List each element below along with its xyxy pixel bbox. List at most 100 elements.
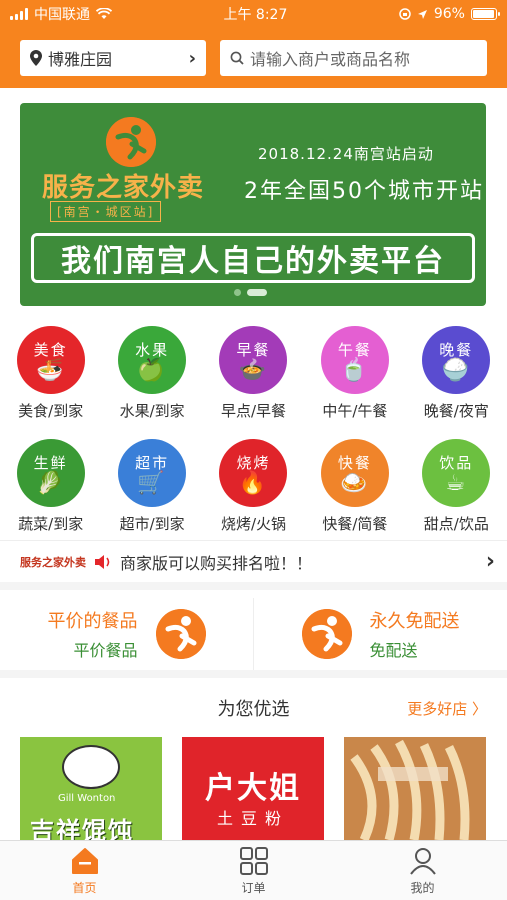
- tab-profile[interactable]: 我的: [338, 841, 507, 900]
- section-header: 为您优选 更多好店 〉: [0, 688, 507, 728]
- banner-headline: 2年全国50个城市开站: [244, 179, 484, 204]
- category-badge: 快餐: [337, 453, 372, 472]
- wifi-icon: [96, 8, 112, 19]
- category-label: 晚餐/夜宵: [423, 402, 489, 420]
- category-badge: 水果: [135, 340, 170, 359]
- noodle-photo-icon: [344, 737, 486, 840]
- category-badge: 饮品: [439, 453, 474, 472]
- status-bar: 中国联通 上午 8:27 96%: [0, 0, 507, 28]
- carousel-dot[interactable]: [234, 289, 241, 296]
- drink-cup-icon: 饮品 ☕: [422, 439, 491, 507]
- location-selector[interactable]: 博雅庄园 ›: [20, 40, 206, 76]
- category-glyph: 🍏: [137, 357, 167, 383]
- category-label: 烧烤/火锅: [220, 515, 287, 533]
- chevron-right-icon: ›: [188, 47, 196, 69]
- category-badge: 烧烤: [236, 453, 271, 472]
- category-glyph: ☕: [445, 470, 468, 496]
- tab-bar: 首页 订单 我的: [0, 840, 507, 900]
- promo-sub: 免配送: [369, 641, 418, 660]
- carousel-dot-active[interactable]: [247, 289, 267, 296]
- home-icon: [71, 847, 98, 874]
- tab-home[interactable]: 首页: [0, 841, 169, 900]
- category-item[interactable]: 饮品 ☕ 甜点/饮品: [406, 439, 507, 534]
- more-shops-link[interactable]: 更多好店 〉: [407, 698, 487, 719]
- category-grid: 美食 🍜 美食/到家 水果 🍏 水果/到家 早餐 🍲 早点/早餐 午餐 🍵 中午/午餐 晚餐 🍚 晚餐/夜宵…: [0, 326, 507, 534]
- category-glyph: 🍵: [340, 357, 370, 383]
- category-item[interactable]: 早餐 🍲 早点/早餐: [203, 326, 304, 421]
- category-badge: 美食: [33, 340, 68, 359]
- promo-affordable[interactable]: 平价的餐品 平价餐品: [0, 598, 253, 670]
- promo-title: 平价的餐品: [47, 611, 138, 632]
- grill-icon: 烧烤 🔥: [219, 439, 288, 507]
- category-item[interactable]: 生鲜 🥬 蔬菜/到家: [0, 439, 101, 534]
- category-badge: 晚餐: [439, 340, 474, 359]
- user-icon: [409, 847, 436, 875]
- shop-tag: Gill Wonton: [58, 793, 116, 804]
- category-label: 美食/到家: [18, 402, 84, 420]
- signal-icon: [10, 8, 28, 20]
- category-label: 蔬菜/到家: [18, 515, 84, 533]
- promo-banner[interactable]: 服务之家外卖 [南宫・城区站] 2018.12.24南宫站启动 2年全国50个城…: [20, 103, 486, 306]
- shop-name: 户大姐: [205, 771, 301, 806]
- notice-logo: 服务之家外卖: [20, 555, 86, 569]
- category-badge: 超市: [135, 453, 170, 472]
- category-glyph: 🍲: [238, 357, 269, 383]
- category-item[interactable]: 美食 🍜 美食/到家: [0, 326, 101, 421]
- notice-text: 商家版可以购买排名啦！！: [120, 553, 313, 573]
- category-glyph: 🛒: [137, 470, 167, 496]
- category-item[interactable]: 快餐 🍛 快餐/简餐: [304, 439, 405, 534]
- vegetable-icon: 生鲜 🥬: [16, 439, 85, 507]
- search-input[interactable]: 请输入商户或商品名称: [220, 40, 487, 76]
- tab-label: 订单: [241, 880, 266, 895]
- category-item[interactable]: 水果 🍏 水果/到家: [101, 326, 202, 421]
- battery-percent: 96%: [433, 6, 465, 22]
- cart-icon: 超市 🛒: [118, 439, 187, 507]
- banner-brand-sub: [南宫・城区站]: [50, 201, 162, 222]
- brand-logo-icon: [106, 117, 156, 167]
- category-glyph: 🥬: [35, 470, 66, 496]
- tab-label: 首页: [72, 880, 97, 895]
- promo-free-delivery[interactable]: 永久免配送 免配送: [253, 598, 507, 670]
- promo-title: 永久免配送: [369, 611, 460, 632]
- category-label: 水果/到家: [119, 402, 185, 420]
- soup-bowl-icon: 午餐 🍵: [320, 326, 389, 394]
- category-glyph: 🍜: [35, 357, 66, 383]
- category-label: 快餐/简餐: [322, 515, 388, 533]
- category-glyph: 🍛: [340, 470, 370, 496]
- noodle-bowl-icon: 美食 🍜: [16, 326, 85, 394]
- map-pin-icon: [30, 50, 42, 66]
- category-item[interactable]: 烧烤 🔥 烧烤/火锅: [203, 439, 304, 534]
- banner-slogan: 我们南宫人自己的外卖平台: [31, 233, 475, 283]
- rice-bowl-icon: 晚餐 🍚: [422, 326, 491, 394]
- category-label: 中午/午餐: [322, 402, 388, 420]
- category-glyph: 🔥: [238, 470, 269, 496]
- steamer-icon: 早餐 🍲: [219, 326, 288, 394]
- category-item[interactable]: 超市 🛒 超市/到家: [101, 439, 202, 534]
- category-item[interactable]: 午餐 🍵 中午/午餐: [304, 326, 405, 421]
- shop-list: Gill Wonton 吉祥馄饨 户大姐 土豆粉: [20, 737, 487, 840]
- carousel-dots: [234, 289, 267, 296]
- shop-card[interactable]: Gill Wonton 吉祥馄饨: [20, 737, 162, 840]
- tab-label: 我的: [410, 880, 435, 895]
- category-label: 超市/到家: [119, 515, 185, 533]
- grid-icon: [239, 846, 268, 875]
- category-label: 早点/早餐: [220, 402, 287, 420]
- shop-card[interactable]: 户大姐 土豆粉: [182, 737, 324, 840]
- shop-card[interactable]: [344, 737, 486, 840]
- location-label: 博雅庄园: [48, 50, 113, 69]
- category-item[interactable]: 晚餐 🍚 晚餐/夜宵: [406, 326, 507, 421]
- clock: 上午 8:27: [223, 7, 288, 23]
- notice-bar[interactable]: 服务之家外卖 商家版可以购买排名啦！！ ›: [0, 540, 507, 590]
- category-badge: 生鲜: [33, 453, 68, 472]
- search-placeholder: 请输入商户或商品名称: [250, 50, 411, 69]
- shop-tag: 土豆粉: [216, 809, 289, 828]
- category-glyph: 🍚: [441, 357, 471, 383]
- promo-sub: 平价餐品: [73, 641, 138, 660]
- banner-brand-name: 服务之家外卖: [42, 173, 205, 203]
- category-badge: 午餐: [337, 340, 372, 359]
- category-badge: 早餐: [236, 340, 271, 359]
- fast-food-icon: 快餐 🍛: [320, 439, 389, 507]
- tab-orders[interactable]: 订单: [169, 841, 338, 900]
- location-arrow-icon: [417, 9, 427, 19]
- category-label: 甜点/饮品: [423, 515, 489, 533]
